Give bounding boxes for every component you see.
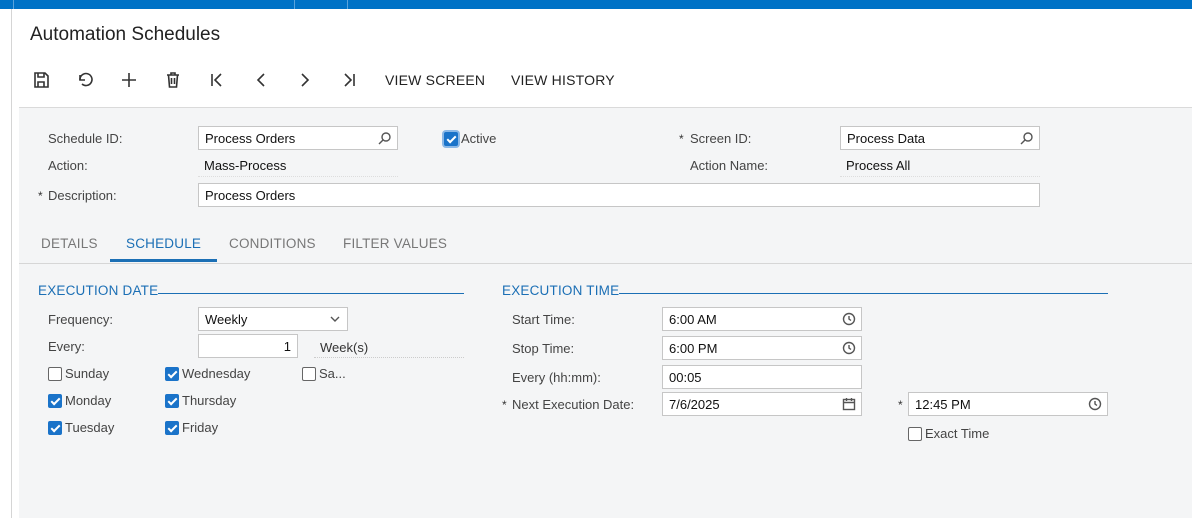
schedule-id-label: Schedule ID: bbox=[48, 131, 123, 146]
every-hhmm-field[interactable]: 00:05 bbox=[662, 365, 862, 389]
next-execution-time-value: 12:45 PM bbox=[915, 397, 971, 412]
every-hhmm-label: Every (hh:mm): bbox=[512, 370, 601, 385]
next-execution-date-label: Next Execution Date: bbox=[512, 397, 635, 412]
wednesday-label: Wednesday bbox=[182, 366, 251, 381]
tab-bar: DETAILS SCHEDULE CONDITIONS FILTER VALUE… bbox=[19, 234, 1192, 264]
execution-time-title: EXECUTION TIME bbox=[502, 283, 620, 298]
description-value: Process Orders bbox=[205, 188, 296, 203]
friday-checkbox[interactable] bbox=[165, 421, 179, 435]
required-mark: * bbox=[38, 189, 43, 203]
exact-time-label: Exact Time bbox=[925, 426, 990, 441]
monday-label: Monday bbox=[65, 393, 112, 408]
tab-filter-values[interactable]: FILTER VALUES bbox=[343, 236, 447, 259]
required-mark: * bbox=[679, 132, 684, 146]
add-icon[interactable] bbox=[117, 68, 141, 92]
start-time-label: Start Time: bbox=[512, 312, 575, 327]
every-input[interactable]: 1 bbox=[198, 334, 298, 358]
description-label: Description: bbox=[48, 188, 117, 203]
active-checkbox[interactable] bbox=[444, 132, 458, 146]
trash-icon[interactable] bbox=[161, 68, 185, 92]
prev-icon[interactable] bbox=[249, 68, 273, 92]
start-time-value: 6:00 AM bbox=[669, 312, 717, 327]
first-icon[interactable] bbox=[205, 68, 229, 92]
execution-date-title: EXECUTION DATE bbox=[38, 283, 159, 298]
topbar-divider bbox=[347, 0, 348, 9]
required-mark: * bbox=[502, 398, 507, 412]
action-label: Action: bbox=[48, 158, 88, 173]
calendar-icon[interactable] bbox=[842, 397, 856, 411]
thursday-checkbox[interactable] bbox=[165, 394, 179, 408]
next-execution-date-value: 7/6/2025 bbox=[669, 397, 720, 412]
schedule-id-value: Process Orders bbox=[205, 131, 296, 146]
tuesday-label: Tuesday bbox=[65, 420, 115, 435]
sunday-label: Sunday bbox=[65, 366, 110, 381]
view-screen-button[interactable]: VIEW SCREEN bbox=[385, 72, 485, 88]
tab-schedule[interactable]: SCHEDULE bbox=[110, 236, 218, 262]
friday-label: Friday bbox=[182, 420, 219, 435]
last-icon[interactable] bbox=[337, 68, 361, 92]
stop-time-label: Stop Time: bbox=[512, 341, 575, 356]
action-name-label: Action Name: bbox=[690, 158, 769, 173]
chevron-down-icon bbox=[328, 312, 342, 326]
page-title: Automation Schedules bbox=[30, 24, 221, 45]
clock-icon[interactable] bbox=[1088, 397, 1102, 411]
sunday-checkbox[interactable] bbox=[48, 367, 62, 381]
search-icon[interactable] bbox=[378, 131, 392, 145]
next-execution-time-field[interactable]: 12:45 PM bbox=[908, 392, 1108, 416]
next-execution-date-field[interactable]: 7/6/2025 bbox=[662, 392, 862, 416]
saturday-checkbox[interactable] bbox=[302, 367, 316, 381]
view-history-button[interactable]: VIEW HISTORY bbox=[511, 72, 615, 88]
description-field[interactable]: Process Orders bbox=[198, 183, 1040, 207]
frequency-value: Weekly bbox=[205, 312, 248, 327]
every-unit: Week(s) bbox=[320, 340, 369, 355]
action-value: Mass-Process bbox=[198, 153, 398, 177]
start-time-field[interactable]: 6:00 AM bbox=[662, 307, 862, 331]
screen-id-field[interactable]: Process Data bbox=[840, 126, 1040, 150]
clock-icon[interactable] bbox=[842, 312, 856, 326]
tab-conditions[interactable]: CONDITIONS bbox=[229, 236, 316, 259]
frequency-label: Frequency: bbox=[48, 312, 114, 327]
wednesday-checkbox[interactable] bbox=[165, 367, 179, 381]
screen-id-value: Process Data bbox=[847, 131, 926, 146]
screen-id-label: Screen ID: bbox=[690, 131, 752, 146]
save-icon[interactable] bbox=[29, 68, 53, 92]
search-icon[interactable] bbox=[1020, 131, 1034, 145]
tab-details[interactable]: DETAILS bbox=[41, 236, 98, 259]
active-label: Active bbox=[461, 131, 497, 146]
toolbar: VIEW SCREEN VIEW HISTORY bbox=[0, 64, 1192, 96]
form-area: Schedule ID: Process Orders Active * Scr… bbox=[19, 107, 1192, 518]
top-navigation-bar bbox=[0, 0, 1192, 9]
every-label: Every: bbox=[48, 339, 85, 354]
topbar-divider bbox=[294, 0, 295, 9]
topbar-divider bbox=[13, 0, 14, 9]
schedule-id-field[interactable]: Process Orders bbox=[198, 126, 398, 150]
stop-time-value: 6:00 PM bbox=[669, 341, 718, 356]
tuesday-checkbox[interactable] bbox=[48, 421, 62, 435]
dotted-divider bbox=[314, 357, 464, 358]
section-divider bbox=[158, 293, 464, 294]
next-icon[interactable] bbox=[293, 68, 317, 92]
clock-icon[interactable] bbox=[842, 341, 856, 355]
section-divider bbox=[619, 293, 1108, 294]
monday-checkbox[interactable] bbox=[48, 394, 62, 408]
saturday-label: Sa... bbox=[319, 366, 346, 381]
stop-time-field[interactable]: 6:00 PM bbox=[662, 336, 862, 360]
required-mark: * bbox=[898, 398, 903, 412]
exact-time-checkbox[interactable] bbox=[908, 427, 922, 441]
thursday-label: Thursday bbox=[182, 393, 237, 408]
action-name-value: Process All bbox=[840, 153, 1040, 177]
every-hhmm-value: 00:05 bbox=[669, 370, 702, 385]
undo-icon[interactable] bbox=[73, 68, 97, 92]
frequency-select[interactable]: Weekly bbox=[198, 307, 348, 331]
